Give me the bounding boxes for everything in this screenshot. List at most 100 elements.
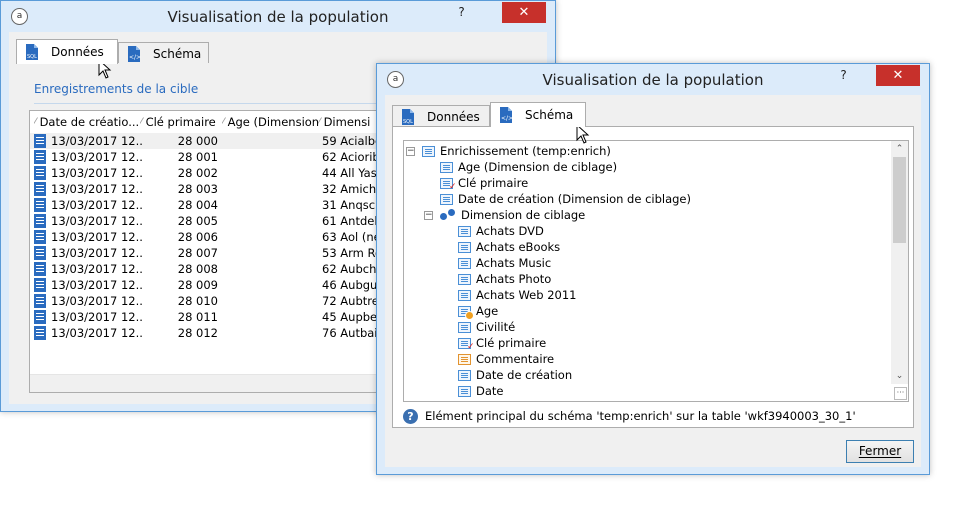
svg-text:SQL: SQL — [27, 54, 37, 60]
cell-date: 13/03/2017 12... — [51, 262, 143, 276]
cell-key: 28 006 — [177, 230, 218, 244]
list-icon — [440, 193, 453, 205]
tab-schema-label: Schéma — [525, 108, 574, 122]
close-window-button[interactable]: ✕ — [502, 2, 546, 23]
record-icon — [34, 134, 46, 148]
tree-item-label: Age (Dimension de ciblage) — [458, 160, 618, 174]
cell-date: 13/03/2017 12... — [51, 278, 143, 292]
vertical-scrollbar[interactable]: ⌃ ⌄ — [891, 141, 908, 384]
tree-item[interactable]: Achats Photo — [458, 271, 551, 287]
list-icon — [422, 145, 435, 157]
section-link[interactable]: Enregistrements de la cible — [34, 82, 198, 96]
tree-item-label: Commentaire — [476, 352, 555, 366]
cell-date: 13/03/2017 12... — [51, 134, 143, 148]
cell-key: 28 005 — [177, 214, 218, 228]
tree-item[interactable]: Achats eBooks — [458, 239, 560, 255]
list-icon — [458, 369, 471, 381]
cell-key: 28 009 — [177, 278, 218, 292]
back-window-titlebar[interactable]: a Visualisation de la population ? ✕ — [1, 1, 555, 31]
cell-key: 28 008 — [177, 262, 218, 276]
tree-item[interactable]: Age (Dimension de ciblage) — [440, 159, 617, 175]
record-icon — [34, 310, 46, 324]
cell-key: 28 002 — [177, 166, 218, 180]
tree-item[interactable]: Achats Music — [458, 255, 551, 271]
record-icon — [34, 198, 46, 212]
tree-item[interactable]: Date de création (Dimension de ciblage) — [440, 191, 691, 207]
computed-field-icon — [458, 305, 474, 320]
cell-key: 28 012 — [177, 326, 218, 340]
record-icon — [34, 246, 46, 260]
tree-item-label: Achats Music — [476, 256, 552, 270]
cell-date: 13/03/2017 12... — [51, 230, 143, 244]
column-header-key[interactable]: ⁄ Clé primaire — [140, 114, 228, 130]
close-button[interactable]: Fermer — [846, 440, 914, 463]
scroll-down-icon[interactable]: ⌄ — [891, 368, 908, 384]
svg-text:</>: </> — [501, 115, 513, 122]
tree-item[interactable]: Date — [458, 383, 504, 399]
tree-item[interactable]: Achats Web 2011 — [458, 287, 576, 303]
list-icon — [458, 257, 471, 269]
tree-item[interactable]: ✓ Clé primaire — [458, 335, 546, 351]
cell-date: 13/03/2017 12... — [51, 198, 143, 212]
cell-date: 13/03/2017 12... — [51, 182, 143, 196]
front-window-titlebar[interactable]: a Visualisation de la population ? ✕ — [377, 64, 929, 94]
record-icon — [34, 230, 46, 244]
tab-schema[interactable]: </> Schéma — [490, 102, 586, 127]
record-icon — [34, 182, 46, 196]
schema-tree[interactable]: Enrichissement (temp:enrich) − Age (Dimens… — [403, 140, 909, 402]
help-button[interactable]: ? — [830, 65, 857, 86]
scrollbar-thumb[interactable] — [893, 157, 906, 243]
tree-item[interactable]: Age — [458, 303, 499, 320]
tree-item-label: Achats Photo — [476, 272, 552, 286]
cell-key: 28 010 — [177, 294, 218, 308]
front-window: a Visualisation de la population ? ✕ SQL… — [376, 63, 930, 475]
memo-icon — [458, 353, 471, 365]
tab-schema[interactable]: </> Schéma — [118, 42, 209, 64]
tree-item-label: Date de création (Dimension de ciblage) — [458, 192, 691, 206]
list-icon — [458, 321, 471, 333]
sql-file-icon: SQL — [401, 108, 415, 125]
record-icon — [34, 150, 46, 164]
tab-donnees[interactable]: SQL Données — [392, 105, 490, 127]
help-button[interactable]: ? — [448, 2, 475, 23]
collapse-icon[interactable]: − — [406, 147, 415, 156]
record-icon — [34, 214, 46, 228]
list-icon — [458, 273, 471, 285]
tree-item-label: Civilité — [476, 320, 516, 334]
list-icon — [458, 289, 471, 301]
column-header-date[interactable]: ⁄ Date de créatio... — [34, 114, 144, 130]
close-icon: ✕ — [892, 68, 904, 83]
cell-date: 13/03/2017 12... — [51, 214, 143, 228]
tree-item-label: Achats eBooks — [476, 240, 561, 254]
tree-item[interactable]: Date de création — [458, 367, 572, 383]
scroll-up-icon[interactable]: ⌃ — [891, 141, 908, 157]
resize-corner-icon[interactable]: ··· — [894, 387, 907, 400]
front-window-client: SQL Données </> Schéma Enrichissement (t… — [385, 95, 921, 467]
svg-text:SQL: SQL — [403, 119, 413, 125]
collapse-icon[interactable]: − — [424, 211, 433, 220]
tree-item[interactable]: Civilité — [458, 319, 515, 335]
cell-date: 13/03/2017 12... — [51, 294, 143, 308]
tree-item[interactable]: Dimension de ciblage — [440, 207, 585, 223]
cell-date: 13/03/2017 12... — [51, 150, 143, 164]
tree-item-label: Age — [476, 304, 499, 318]
tab-donnees[interactable]: SQL Données — [16, 39, 118, 64]
cell-date: 13/03/2017 12... — [51, 246, 143, 260]
record-icon — [34, 278, 46, 292]
tree-item-label: Date — [476, 384, 504, 398]
tree-item-label: Enrichissement (temp:enrich) — [440, 144, 611, 158]
tree-item[interactable]: Achats DVD — [458, 223, 544, 239]
list-icon — [458, 241, 471, 253]
tree-item[interactable]: ✓ Clé primaire — [440, 175, 528, 191]
tree-item-label: Achats Web 2011 — [476, 288, 577, 302]
tree-item[interactable]: Enrichissement (temp:enrich) — [422, 143, 611, 159]
cell-key: 28 000 — [177, 134, 218, 148]
close-window-button[interactable]: ✕ — [876, 65, 920, 86]
tree-item-label: Clé primaire — [458, 176, 529, 190]
column-header-age[interactable]: ⁄ Age (Dimension — [222, 114, 322, 130]
record-icon — [34, 262, 46, 276]
cell-key: 28 004 — [177, 198, 218, 212]
tree-item[interactable]: Commentaire — [458, 351, 554, 367]
svg-text:</>: </> — [129, 54, 141, 61]
list-icon — [458, 225, 471, 237]
